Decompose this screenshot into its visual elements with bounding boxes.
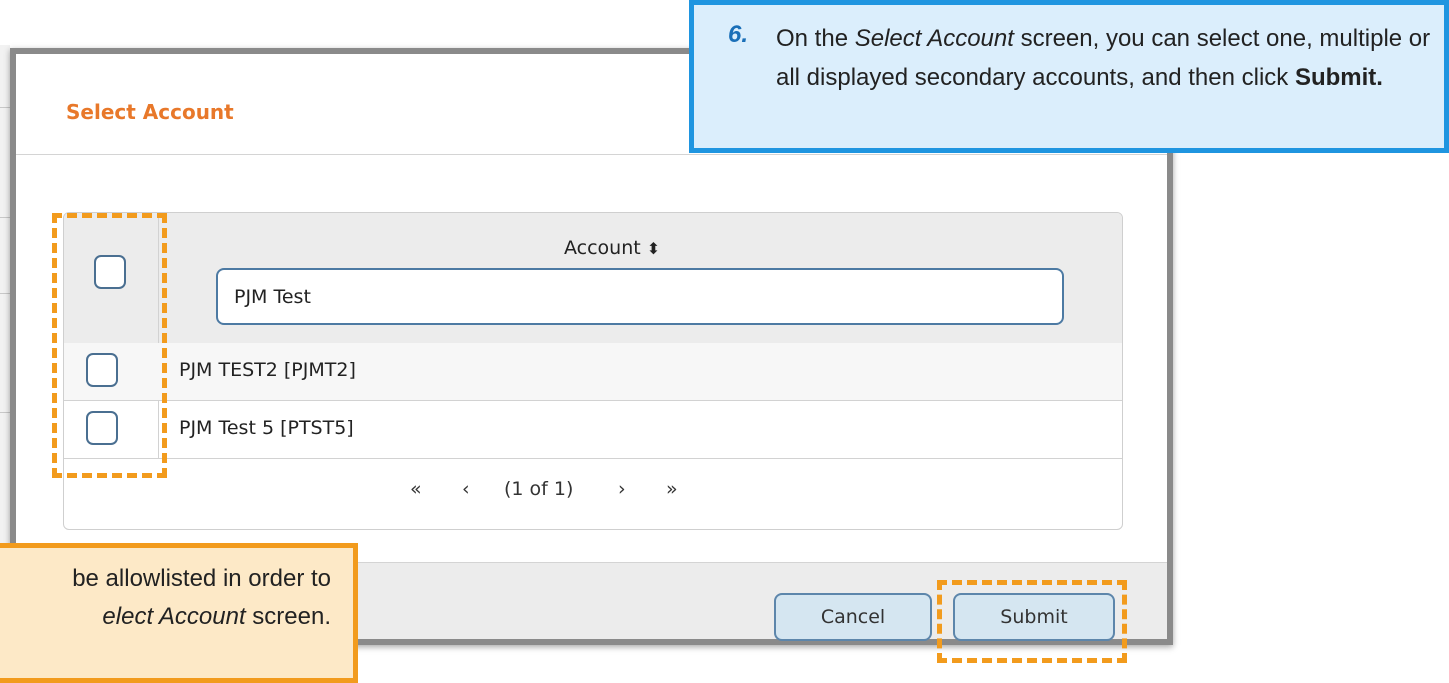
step-number: 6. [728, 21, 749, 48]
instruction-text-part: On the [776, 25, 855, 52]
row-checkbox[interactable] [86, 411, 118, 445]
select-all-checkbox[interactable] [94, 255, 126, 289]
note-text: be allowlisted in order to elect Account… [0, 560, 331, 636]
note-line: be allowlisted in order to [72, 565, 331, 592]
background-divider [0, 293, 10, 294]
cancel-button[interactable]: Cancel [774, 593, 932, 641]
note-screen-name: elect Account [102, 603, 246, 630]
instruction-screen-name: Select Account [854, 25, 1014, 52]
account-table: Account ⬍ PJM TEST2 [PJMT2] PJM Test 5 [P… [63, 212, 1123, 530]
first-page-icon[interactable]: « [410, 478, 422, 500]
background-divider [0, 107, 10, 108]
dialog-title: Select Account [66, 100, 234, 124]
last-page-icon[interactable]: » [666, 478, 678, 500]
account-column-label: Account [564, 237, 641, 259]
table-row[interactable]: PJM Test 5 [PTST5] [64, 401, 1122, 459]
instruction-submit-label: Submit. [1294, 64, 1383, 91]
table-header: Account ⬍ [64, 213, 1122, 344]
instruction-callout: 6. On the Select Account screen, you can… [689, 0, 1449, 153]
note-line-rest: screen. [245, 603, 331, 630]
background-divider [0, 217, 10, 218]
sort-icon[interactable]: ⬍ [647, 239, 660, 258]
account-column-header[interactable]: Account ⬍ [564, 237, 660, 259]
background-divider [0, 412, 10, 413]
account-filter-input[interactable] [216, 268, 1064, 325]
page-status: (1 of 1) [504, 478, 574, 500]
row-account-label: PJM TEST2 [PJMT2] [179, 359, 356, 381]
paginator: « ‹ (1 of 1) › » [64, 462, 1122, 512]
submit-button[interactable]: Submit [953, 593, 1115, 641]
instruction-text: On the Select Account screen, you can se… [776, 19, 1436, 97]
table-row[interactable]: PJM TEST2 [PJMT2] [64, 343, 1122, 401]
next-page-icon[interactable]: › [618, 478, 626, 500]
prev-page-icon[interactable]: ‹ [462, 478, 470, 500]
row-account-label: PJM Test 5 [PTST5] [179, 417, 354, 439]
note-callout: be allowlisted in order to elect Account… [0, 543, 358, 683]
row-checkbox[interactable] [86, 353, 118, 387]
note-line: elect Account screen. [0, 598, 331, 636]
